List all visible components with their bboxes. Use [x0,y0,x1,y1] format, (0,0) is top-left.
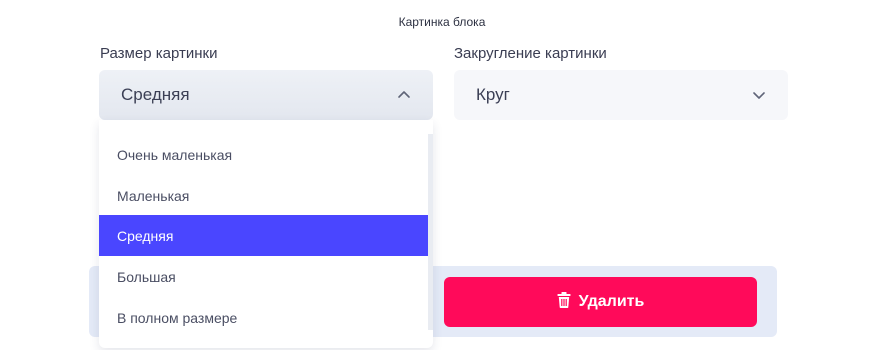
rounding-field-label: Закругление картинки [454,45,607,62]
option-full-size[interactable]: В полном размере [99,297,428,338]
rounding-select-value: Круг [476,85,510,104]
size-select-value: Средняя [121,85,190,104]
image-settings-panel: Картинка блока Размер картинки Закруглен… [0,0,884,350]
dropdown-scrollbar[interactable] [428,134,433,330]
delete-button-label: Удалить [578,293,645,310]
section-title: Картинка блока [398,15,486,29]
size-field-label: Размер картинки [100,45,218,62]
chevron-up-icon [397,88,411,102]
option-medium[interactable]: Средняя [99,215,428,256]
size-dropdown-list: Очень маленькая Маленькая Средняя Больша… [99,120,433,348]
rounding-select[interactable]: Круг [454,70,788,120]
chevron-down-icon [752,88,766,102]
option-large[interactable]: Большая [99,256,428,297]
option-small[interactable]: Маленькая [99,175,428,216]
size-select[interactable]: Средняя [99,70,433,120]
trash-icon [557,291,571,313]
option-very-small[interactable]: Очень маленькая [99,134,428,175]
delete-button[interactable]: Удалить [444,277,757,327]
